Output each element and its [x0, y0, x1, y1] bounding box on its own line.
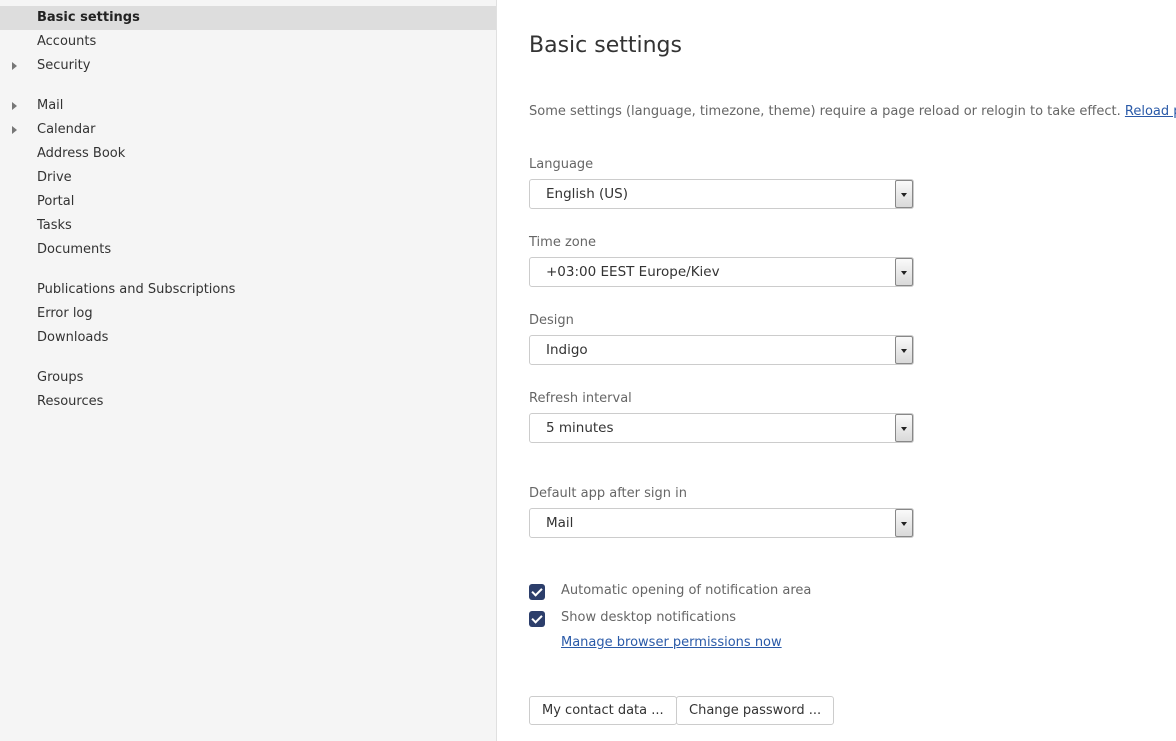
- sidebar-item-label: Calendar: [37, 122, 96, 137]
- settings-sidebar: Basic settings Accounts Security Mail Ca…: [0, 0, 497, 741]
- design-select[interactable]: Indigo: [529, 335, 914, 365]
- sidebar-item-label: Publications and Subscriptions: [37, 282, 236, 297]
- nav-group-gap: [0, 350, 496, 366]
- default-app-select-value: Mail: [546, 515, 574, 531]
- sidebar-item-resources[interactable]: Resources: [0, 390, 496, 414]
- sidebar-item-accounts[interactable]: Accounts: [0, 30, 496, 54]
- sidebar-item-publications[interactable]: Publications and Subscriptions: [0, 278, 496, 302]
- sidebar-item-label: Tasks: [37, 218, 72, 233]
- sidebar-item-label: Portal: [37, 194, 75, 209]
- language-label: Language: [529, 157, 594, 172]
- sidebar-item-label: Groups: [37, 370, 84, 385]
- auto-open-notifications-label[interactable]: Automatic opening of notification area: [561, 583, 811, 598]
- reload-notice-text: Some settings (language, timezone, theme…: [529, 104, 1121, 119]
- language-select-value: English (US): [546, 186, 629, 202]
- sidebar-item-label: Error log: [37, 306, 93, 321]
- change-password-button[interactable]: Change password ...: [676, 696, 835, 725]
- sidebar-item-calendar[interactable]: Calendar: [0, 118, 496, 142]
- nav-group-gap: [0, 262, 496, 278]
- reload-notice: Some settings (language, timezone, theme…: [529, 104, 1176, 119]
- sidebar-item-documents[interactable]: Documents: [0, 238, 496, 262]
- sidebar-item-label: Address Book: [37, 146, 126, 161]
- sidebar-item-label: Security: [37, 58, 91, 73]
- manage-permissions-link[interactable]: Manage browser permissions now: [561, 635, 782, 650]
- sidebar-item-label: Resources: [37, 394, 104, 409]
- desktop-notifications-label[interactable]: Show desktop notifications: [561, 610, 736, 625]
- timezone-select-value: +03:00 EEST Europe/Kiev: [546, 264, 720, 280]
- sidebar-item-basic-settings[interactable]: Basic settings: [0, 6, 496, 30]
- design-select-value: Indigo: [546, 342, 588, 358]
- auto-open-notifications-checkbox[interactable]: [529, 584, 545, 600]
- refresh-interval-select[interactable]: 5 minutes: [529, 413, 914, 443]
- chevron-down-icon[interactable]: [895, 414, 913, 442]
- sidebar-item-address-book[interactable]: Address Book: [0, 142, 496, 166]
- sidebar-item-label: Documents: [37, 242, 112, 257]
- chevron-down-icon[interactable]: [895, 258, 913, 286]
- sidebar-item-label: Downloads: [37, 330, 109, 345]
- default-app-label: Default app after sign in: [529, 486, 687, 501]
- design-label: Design: [529, 313, 574, 328]
- my-contact-data-button[interactable]: My contact data ...: [529, 696, 677, 725]
- timezone-select[interactable]: +03:00 EEST Europe/Kiev: [529, 257, 914, 287]
- chevron-down-icon[interactable]: [895, 336, 913, 364]
- reload-page-link[interactable]: Reload page: [1125, 104, 1176, 119]
- desktop-notifications-checkbox[interactable]: [529, 611, 545, 627]
- sidebar-item-label: Mail: [37, 98, 64, 113]
- language-select[interactable]: English (US): [529, 179, 914, 209]
- sidebar-item-label: Accounts: [37, 34, 97, 49]
- sidebar-item-tasks[interactable]: Tasks: [0, 214, 496, 238]
- expand-caret-icon[interactable]: [12, 126, 17, 134]
- sidebar-item-downloads[interactable]: Downloads: [0, 326, 496, 350]
- sidebar-item-label: Basic settings: [37, 10, 140, 25]
- sidebar-item-drive[interactable]: Drive: [0, 166, 496, 190]
- page-title: Basic settings: [529, 33, 682, 58]
- chevron-down-icon[interactable]: [895, 509, 913, 537]
- sidebar-item-mail[interactable]: Mail: [0, 94, 496, 118]
- nav-group-gap: [0, 78, 496, 94]
- sidebar-item-error-log[interactable]: Error log: [0, 302, 496, 326]
- refresh-interval-label: Refresh interval: [529, 391, 632, 406]
- timezone-label: Time zone: [529, 235, 596, 250]
- sidebar-item-label: Drive: [37, 170, 72, 185]
- expand-caret-icon[interactable]: [12, 62, 17, 70]
- sidebar-item-portal[interactable]: Portal: [0, 190, 496, 214]
- expand-caret-icon[interactable]: [12, 102, 17, 110]
- default-app-select[interactable]: Mail: [529, 508, 914, 538]
- sidebar-item-security[interactable]: Security: [0, 54, 496, 78]
- refresh-interval-select-value: 5 minutes: [546, 420, 614, 436]
- chevron-down-icon[interactable]: [895, 180, 913, 208]
- sidebar-item-groups[interactable]: Groups: [0, 366, 496, 390]
